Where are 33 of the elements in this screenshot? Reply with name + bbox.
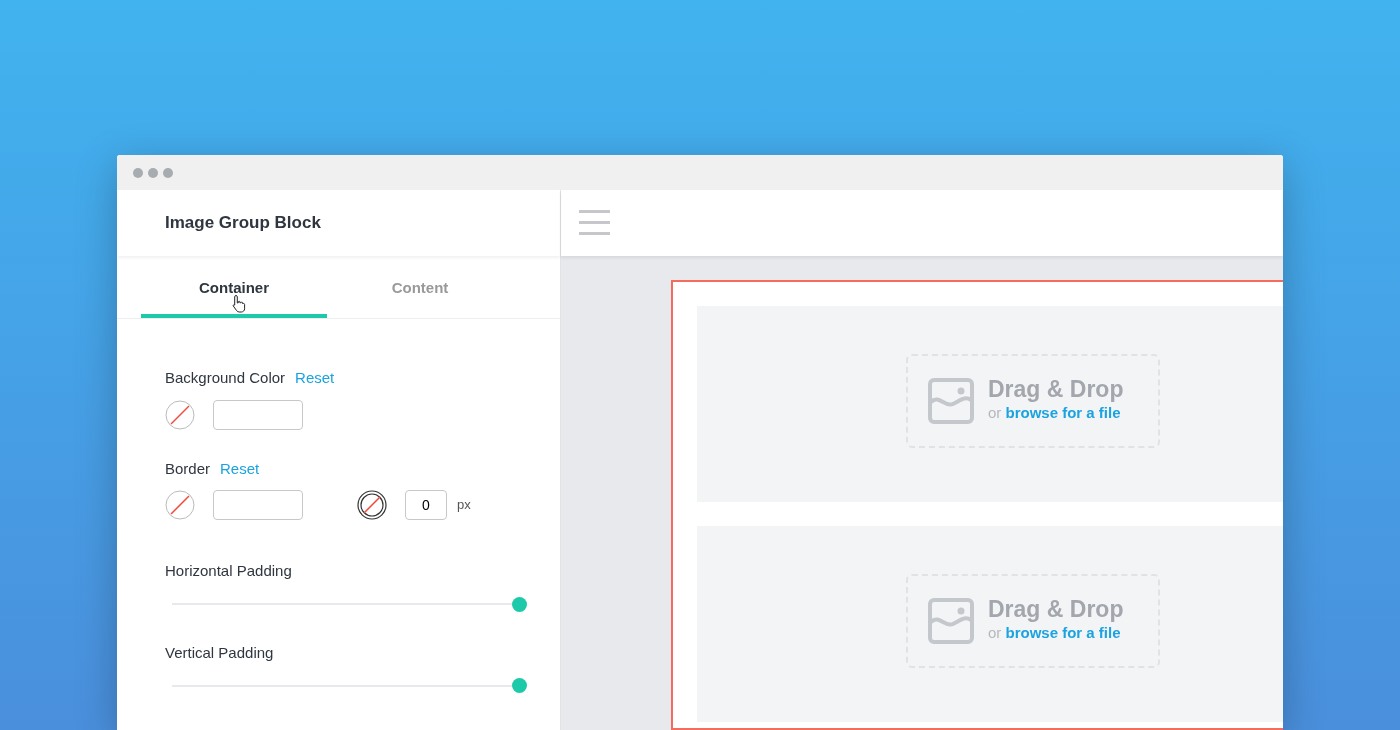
drop-hint: or browse for a file <box>988 403 1122 424</box>
window-dot <box>133 167 143 178</box>
slider-thumb[interactable] <box>512 596 527 612</box>
menu-icon[interactable] <box>579 210 610 236</box>
window-dot <box>148 167 158 178</box>
drop-title: Drag & Drop <box>988 377 1124 403</box>
browse-link[interactable]: browse for a file <box>1005 624 1121 642</box>
drop-zone[interactable]: Drag & Drop or browse for a file <box>906 354 1160 448</box>
slider-label: Vertical Padding <box>165 642 275 663</box>
color-input-field[interactable] <box>213 490 303 520</box>
no-color-swatch-icon[interactable] <box>165 490 195 520</box>
border-width-field[interactable]: 0 <box>405 490 447 520</box>
reset-link[interactable]: Reset <box>220 457 260 480</box>
window-dot <box>163 167 173 178</box>
drop-hint: or browse for a file <box>988 623 1122 644</box>
no-color-swatch-icon[interactable] <box>165 399 195 430</box>
slider-label: Horizontal Padding <box>165 561 293 581</box>
color-input-field[interactable] <box>213 399 303 430</box>
drop-title: Drag & Drop <box>988 597 1124 623</box>
unit-label: px <box>457 496 471 515</box>
reset-link[interactable]: Reset <box>295 367 335 390</box>
tab[interactable]: Content <box>327 256 513 318</box>
image-icon <box>928 598 974 644</box>
slider-thumb[interactable] <box>512 678 527 693</box>
field-label: Border <box>165 458 211 479</box>
pointer-cursor-icon <box>231 294 247 314</box>
border-style-icon[interactable] <box>357 490 387 520</box>
field-label: Background Color <box>165 368 286 388</box>
image-icon <box>928 378 974 424</box>
selected-block[interactable]: Drag & Drop or browse for a file Drag & Drop or browse for a file <box>671 280 1283 730</box>
drop-zone[interactable]: Drag & Drop or browse for a file <box>906 574 1160 668</box>
panel-title: Image Group Block <box>165 212 321 235</box>
browse-link[interactable]: browse for a file <box>1005 404 1121 422</box>
